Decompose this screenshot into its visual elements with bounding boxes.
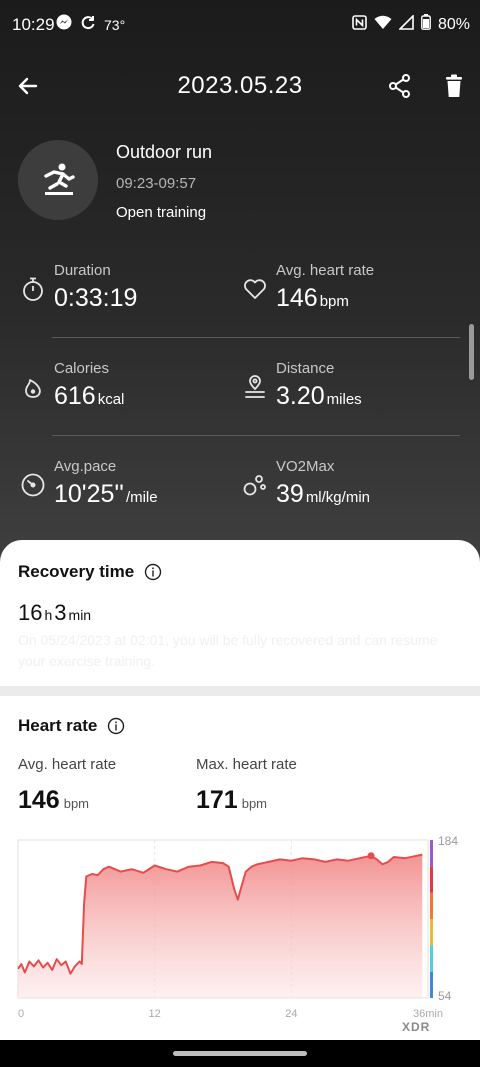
avg-hr-value: 146 bpm: [18, 786, 89, 815]
heart-rate-title: Heart rate: [18, 716, 98, 735]
stat-unit: bpm: [319, 293, 349, 310]
x-tick-label: 24: [285, 1008, 297, 1020]
activity-type-avatar: [18, 140, 98, 220]
messenger-icon: [56, 14, 72, 35]
info-icon[interactable]: [144, 563, 162, 581]
max-hr-number: 171: [196, 786, 238, 814]
recovery-minutes: 3: [54, 600, 67, 625]
y-tick-label: 54: [438, 989, 452, 1003]
x-tick-label: 36min: [413, 1008, 443, 1020]
navigation-bar: [0, 1040, 480, 1067]
avg-hr-label: Avg. heart rate: [18, 756, 117, 773]
chart-max-point: [367, 852, 375, 860]
stat-value: 146: [276, 284, 318, 312]
status-bar: 10:29 73° 80%: [0, 0, 480, 50]
info-icon[interactable]: [107, 717, 125, 735]
stat-label: Avg.pace: [54, 458, 117, 475]
avg-hr-number: 146: [18, 786, 60, 814]
max-hr-unit: bpm: [241, 796, 268, 811]
stat-value: 0:33:19: [54, 284, 138, 312]
stat-label: Avg. heart rate: [276, 262, 375, 279]
stat-unit: kcal: [97, 391, 125, 408]
share-icon: [389, 74, 410, 98]
avg-hr-unit: bpm: [63, 796, 90, 811]
nfc-icon: [352, 14, 367, 35]
recovery-message: On 05/24/2023 at 02:01, you will be full…: [18, 632, 438, 669]
activity-mode: Open training: [116, 204, 207, 221]
stats-divider: [52, 337, 460, 338]
battery-icon: [421, 14, 431, 35]
heart-rate-zone-bar: [430, 840, 433, 998]
wifi-icon: [374, 15, 392, 35]
stat-value: 39: [276, 480, 304, 508]
heart-rate-chart[interactable]: 184 54 0 12 24 36min: [0, 830, 480, 1020]
watermark-logo: XDR: [402, 1020, 431, 1034]
zone-segment: [430, 971, 433, 998]
y-tick-label: 184: [438, 834, 458, 848]
speedometer-icon: [21, 473, 45, 497]
zone-segment: [430, 866, 433, 893]
section-separator: [0, 686, 480, 696]
stats-divider: [52, 435, 460, 436]
zone-segment: [430, 892, 433, 919]
share-button[interactable]: [386, 72, 414, 100]
stat-unit: /mile: [125, 489, 158, 506]
activity-type: Outdoor run: [116, 142, 213, 162]
app-bar: 2023.05.23: [0, 66, 480, 106]
details-sheet: Recovery time 16 h3 min On 05/24/2023 at 0…: [0, 540, 480, 1040]
workout-header-panel: 10:29 73° 80% 2023.05.23 Outdoor run 09:…: [0, 0, 480, 560]
stat-label: VO2Max: [276, 458, 335, 475]
stat-unit: ml/kg/min: [305, 489, 370, 506]
chart-area-fill: [18, 854, 423, 998]
delete-button[interactable]: [440, 72, 468, 100]
max-hr-value: 171 bpm: [196, 786, 267, 815]
stat-label: Calories: [54, 360, 110, 377]
recovery-title: Recovery time: [18, 562, 135, 581]
running-icon: [44, 163, 75, 195]
x-tick-label: 0: [18, 1008, 24, 1020]
location-pin-icon: [245, 375, 265, 398]
trash-icon: [446, 74, 462, 97]
status-time: 10:29: [12, 15, 55, 34]
flame-icon: [25, 379, 41, 398]
heart-rate-section-header: Heart rate: [18, 716, 125, 736]
heart-icon: [244, 279, 266, 299]
max-hr-label: Max. heart rate: [196, 756, 297, 773]
oxygen-bubbles-icon: [243, 475, 266, 496]
zone-segment: [430, 840, 433, 867]
home-gesture-handle[interactable]: [173, 1051, 307, 1056]
recovery-hours-unit: h: [44, 607, 53, 623]
battery-percent: 80%: [437, 15, 470, 33]
stat-value: 3.20: [276, 382, 325, 410]
recovery-hours: 16: [18, 600, 43, 625]
recovery-minutes-unit: min: [68, 607, 92, 623]
stat-value: 616: [54, 382, 96, 410]
stat-label: Duration: [54, 262, 111, 279]
sync-icon: [80, 14, 96, 35]
recovery-time-value: 16 h3 min: [18, 600, 93, 626]
zone-segment: [430, 945, 433, 972]
stopwatch-icon: [23, 277, 43, 301]
recovery-section-header: Recovery time: [18, 562, 162, 582]
zone-segment: [430, 919, 433, 946]
stat-label: Distance: [276, 360, 335, 377]
x-tick-label: 12: [149, 1008, 161, 1020]
stat-unit: miles: [326, 391, 362, 408]
activity-time-range: 09:23-09:57: [116, 175, 197, 192]
stat-value: 10'25'': [54, 480, 124, 508]
status-temperature: 73°: [104, 16, 126, 33]
scrollbar[interactable]: [469, 324, 474, 380]
cell-signal-icon: [398, 13, 414, 35]
